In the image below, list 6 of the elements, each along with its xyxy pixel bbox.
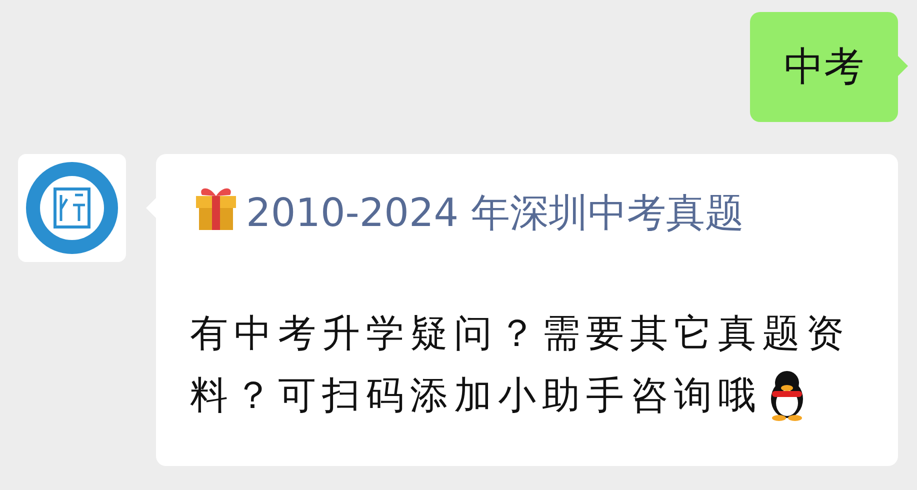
message-text: 料？可扫码添加小助手咨询哦 bbox=[190, 372, 762, 419]
card-title: 2010-2024 年深圳中考真题 bbox=[246, 191, 744, 236]
message-card[interactable]: 2010-2024 年深圳中考真题 有中考升学疑问？需要其它真题资 料？可扫码添加小助手咨询哦 bbox=[156, 154, 898, 466]
message-bubble: 中考 bbox=[750, 12, 898, 122]
bubble-tail bbox=[898, 56, 908, 76]
message-text: 有中考升学疑问？需要其它真题资 bbox=[190, 310, 850, 357]
